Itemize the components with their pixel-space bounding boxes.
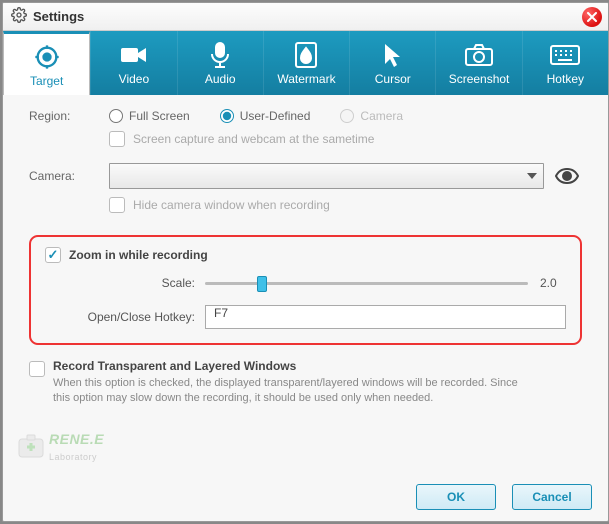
brand-subtext: Laboratory	[49, 452, 97, 462]
tab-label: Audio	[205, 72, 236, 86]
droplet-icon	[295, 40, 317, 70]
cursor-icon	[383, 40, 403, 70]
tab-hotkey[interactable]: Hotkey	[522, 31, 608, 95]
tab-watermark[interactable]: Watermark	[263, 31, 349, 95]
brand-watermark: RENE.E Laboratory	[17, 431, 104, 463]
preview-camera-button[interactable]	[552, 163, 582, 189]
zoom-checkbox[interactable]	[45, 247, 61, 263]
video-camera-icon	[120, 40, 148, 70]
radio-camera: Camera	[340, 109, 403, 123]
target-icon	[33, 42, 61, 72]
scale-value: 2.0	[540, 276, 566, 290]
tab-label: Video	[119, 72, 149, 86]
hotkey-input[interactable]: F7	[205, 305, 566, 329]
scale-label: Scale:	[45, 276, 195, 290]
tab-cursor[interactable]: Cursor	[349, 31, 435, 95]
tab-label: Screenshot	[449, 72, 510, 86]
tab-label: Hotkey	[547, 72, 584, 86]
scale-slider[interactable]	[205, 273, 528, 293]
settings-gear-icon	[11, 7, 27, 26]
record-layered-description: When this option is checked, the display…	[53, 376, 523, 406]
window-title: Settings	[33, 9, 84, 24]
tab-video[interactable]: Video	[90, 31, 176, 95]
screen-webcam-checkbox[interactable]	[109, 131, 125, 147]
brand-text: RENE.E	[49, 431, 104, 447]
close-button[interactable]	[582, 7, 602, 27]
hide-camera-checkbox[interactable]	[109, 197, 125, 213]
first-aid-icon	[17, 433, 45, 461]
tab-target[interactable]: Target	[3, 31, 90, 95]
tab-audio[interactable]: Audio	[177, 31, 263, 95]
tab-label: Cursor	[375, 72, 411, 86]
ok-button[interactable]: OK	[416, 484, 496, 510]
hide-camera-label: Hide camera window when recording	[133, 198, 330, 212]
record-layered-checkbox[interactable]	[29, 361, 45, 377]
tab-label: Watermark	[277, 72, 335, 86]
region-label: Region:	[29, 109, 109, 123]
camera-label: Camera:	[29, 169, 109, 183]
radio-user-defined[interactable]: User-Defined	[220, 109, 311, 123]
eye-icon	[555, 168, 579, 184]
tab-screenshot[interactable]: Screenshot	[435, 31, 521, 95]
tab-label: Target	[30, 74, 63, 88]
cancel-button[interactable]: Cancel	[512, 484, 592, 510]
hotkey-label: Open/Close Hotkey:	[45, 310, 195, 324]
radio-label: User-Defined	[240, 109, 311, 123]
chevron-down-icon	[527, 173, 537, 179]
camera-icon	[465, 40, 493, 70]
zoom-checkbox-label: Zoom in while recording	[69, 248, 208, 262]
camera-combobox[interactable]	[109, 163, 544, 189]
radio-label: Camera	[360, 109, 403, 123]
microphone-icon	[209, 40, 231, 70]
record-layered-label: Record Transparent and Layered Windows	[53, 359, 523, 373]
radio-label: Full Screen	[129, 109, 190, 123]
zoom-settings-group: Zoom in while recording Scale: 2.0 Open/…	[29, 235, 582, 345]
slider-thumb[interactable]	[257, 276, 267, 292]
screen-webcam-label: Screen capture and webcam at the sametim…	[133, 132, 374, 146]
radio-full-screen[interactable]: Full Screen	[109, 109, 190, 123]
keyboard-icon	[550, 40, 580, 70]
